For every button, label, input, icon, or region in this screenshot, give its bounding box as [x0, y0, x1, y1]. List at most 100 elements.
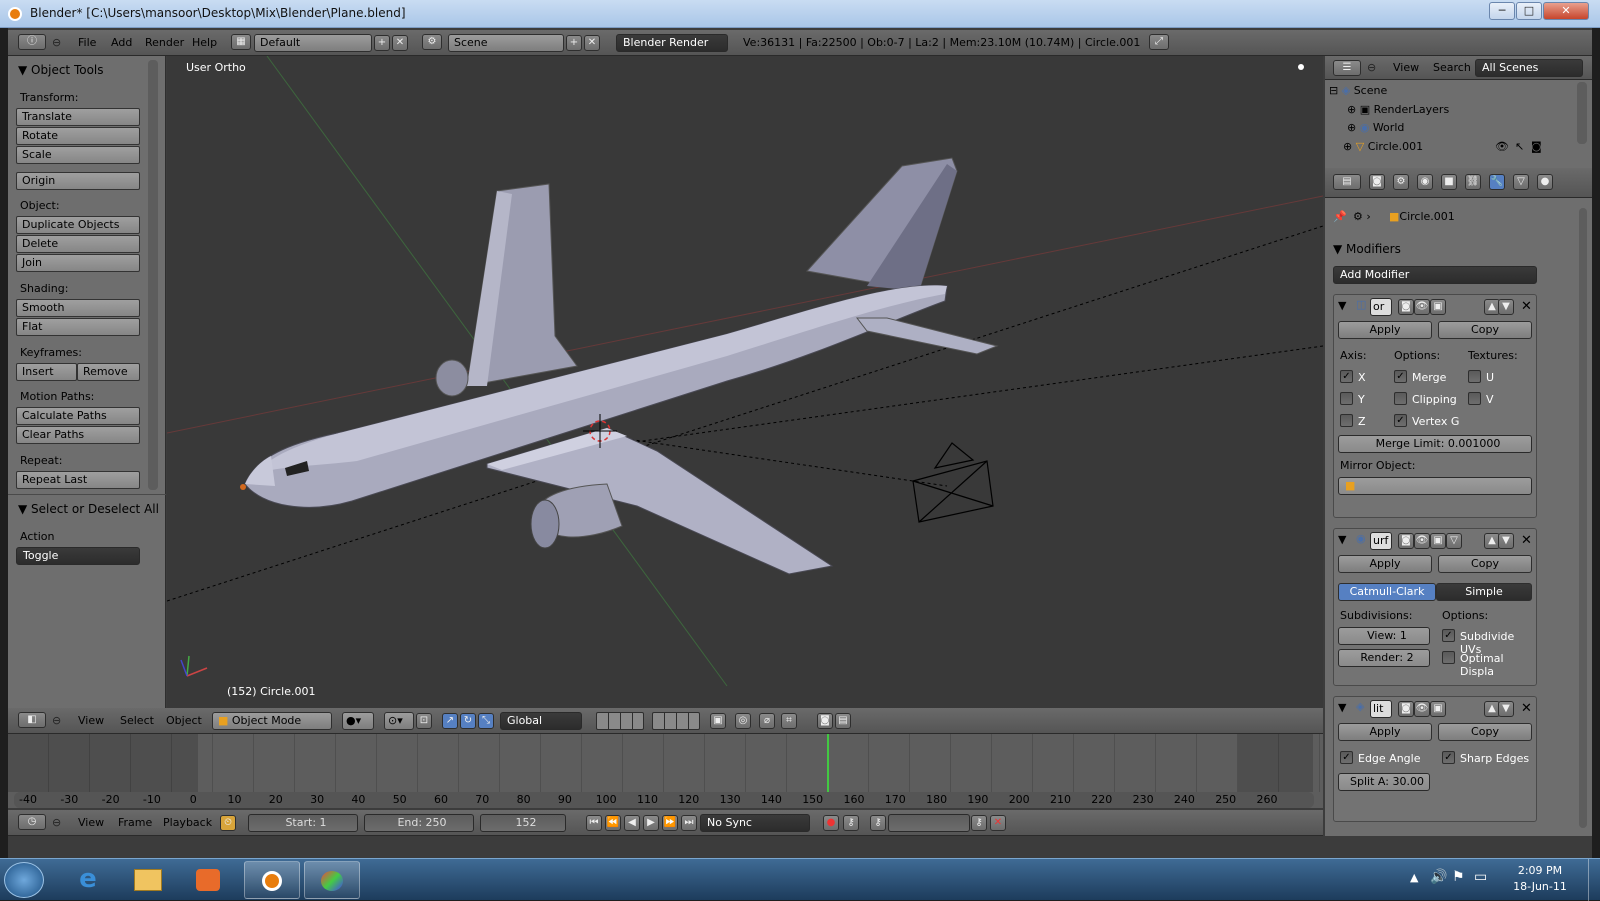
origin-button[interactable]: Origin [16, 172, 140, 190]
remove-modifier-icon[interactable]: ✕ [1521, 299, 1532, 314]
data-tab-icon[interactable]: ▽ [1513, 174, 1529, 190]
menu-render[interactable]: Render [145, 34, 184, 52]
sync-mode-select[interactable]: No Sync [700, 814, 810, 832]
viewport-toggle-icon[interactable]: 👁 [1414, 299, 1430, 315]
clear-paths-button[interactable]: Clear Paths [16, 426, 140, 444]
edge-angle-checkbox[interactable]: ✓ [1340, 751, 1353, 764]
manipulator-toggle-icon[interactable]: ⊡ [416, 713, 432, 729]
preview-range-icon[interactable]: ⏲ [220, 815, 236, 831]
current-frame-field[interactable]: 152 [480, 814, 566, 832]
visibility-eye-icon[interactable]: 👁 [1495, 140, 1509, 153]
render-toggle-icon[interactable]: ◙ [1398, 533, 1414, 549]
translate-manipulator-icon[interactable]: ↗ [442, 713, 458, 729]
scene-field[interactable]: Scene [448, 34, 564, 52]
layer-buttons-group-1[interactable] [596, 712, 644, 730]
menu-help[interactable]: Help [192, 34, 217, 52]
add-scene-icon[interactable]: + [566, 35, 582, 51]
rotate-button[interactable]: Rotate [16, 127, 140, 145]
smooth-button[interactable]: Smooth [16, 299, 140, 317]
media-player-icon[interactable] [180, 861, 236, 899]
render-levels-field[interactable]: Render: 2 [1338, 649, 1430, 667]
snap-element-icon[interactable]: ⌗ [781, 713, 797, 729]
action-center-flag-icon[interactable]: ⚑ [1452, 869, 1465, 885]
prev-keyframe-icon[interactable]: ⏪ [605, 815, 621, 831]
tool-shelf-scrollbar[interactable] [148, 60, 158, 490]
simple-button[interactable]: Simple [1436, 583, 1532, 601]
screen-layout-field[interactable]: Default [254, 34, 372, 52]
copy-button[interactable]: Copy [1438, 723, 1532, 741]
collapse-menu-icon[interactable]: ⊖ [52, 712, 61, 730]
network-icon[interactable]: ▭ [1474, 869, 1487, 885]
render-engine-select[interactable]: Blender Render [616, 34, 728, 52]
selectability-cursor-icon[interactable]: ↖ [1515, 140, 1524, 153]
remove-modifier-icon[interactable]: ✕ [1521, 701, 1532, 716]
modifiers-tab-icon[interactable]: 🔧 [1489, 174, 1505, 190]
keying-set-icon[interactable]: ⚷ [870, 815, 886, 831]
collapse-arrow-icon[interactable]: ▼ [1338, 299, 1346, 312]
editmode-toggle-icon[interactable]: ▣ [1430, 533, 1446, 549]
optimal-display-checkbox[interactable] [1442, 651, 1455, 664]
apply-button[interactable]: Apply [1338, 321, 1432, 339]
transform-orientation-select[interactable]: Global [500, 712, 582, 730]
layer-buttons-group-2[interactable] [652, 712, 700, 730]
clock[interactable]: 2:09 PM 18-Jun-11 [1500, 864, 1580, 893]
fullscreen-icon[interactable]: ⤢ [1149, 34, 1169, 50]
screen-layout-icon[interactable]: ▦ [231, 34, 251, 50]
menu-playback[interactable]: Playback [163, 814, 212, 832]
add-modifier-select[interactable]: Add Modifier [1333, 266, 1537, 284]
modifier-name-field[interactable]: urf [1370, 532, 1392, 550]
render-toggle-icon[interactable]: ◙ [1398, 299, 1414, 315]
snap-toggle-icon[interactable]: ⌀ [759, 713, 775, 729]
timeline-editor[interactable]: -40 -30 -20 -10 0 10 20 30 40 50 60 70 80 90 100 110 120… [8, 734, 1323, 808]
viewport-shading-select[interactable]: ●▾ [342, 712, 374, 730]
render-tab-icon[interactable]: ◙ [1369, 174, 1385, 190]
modifier-name-field[interactable]: or [1370, 298, 1392, 316]
object-tools-header[interactable]: ▼ Object Tools [18, 63, 104, 77]
clipping-checkbox[interactable] [1394, 392, 1407, 405]
move-down-icon[interactable]: ▼ [1498, 533, 1514, 549]
minimize-button[interactable]: ─ [1489, 2, 1515, 20]
add-layout-icon[interactable]: + [374, 35, 390, 51]
keying-icon[interactable]: ⚷ [843, 815, 859, 831]
select-deselect-header[interactable]: ▼ Select or Deselect All [18, 502, 159, 516]
file-explorer-icon[interactable] [120, 861, 176, 899]
menu-view[interactable]: View [1393, 59, 1419, 77]
copy-button[interactable]: Copy [1438, 321, 1532, 339]
keying-set-field[interactable] [888, 814, 970, 832]
insert-keyframe-icon[interactable]: ⚷ [971, 815, 987, 831]
rotate-manipulator-icon[interactable]: ↻ [460, 713, 476, 729]
collapse-arrow-icon[interactable]: ▼ [1338, 533, 1346, 546]
editor-type-info-icon[interactable]: ⓘ [18, 34, 46, 50]
show-hidden-icons[interactable]: ▲ [1410, 871, 1418, 884]
menu-frame[interactable]: Frame [118, 814, 152, 832]
menu-file[interactable]: File [78, 34, 96, 52]
apply-button[interactable]: Apply [1338, 555, 1432, 573]
action-select[interactable]: Toggle [16, 547, 140, 565]
editmode-toggle-icon[interactable]: ▣ [1430, 701, 1446, 717]
show-desktop-button[interactable] [1588, 859, 1600, 901]
outliner-display-select[interactable]: All Scenes [1475, 59, 1583, 77]
flat-button[interactable]: Flat [16, 318, 140, 336]
world-tab-icon[interactable]: ◉ [1417, 174, 1433, 190]
insert-keyframe-button[interactable]: Insert [16, 363, 77, 381]
current-frame-indicator[interactable] [827, 734, 829, 792]
remove-modifier-icon[interactable]: ✕ [1521, 533, 1532, 548]
editmode-toggle-icon[interactable]: ▣ [1430, 299, 1446, 315]
object-mode-select[interactable]: ■ Object Mode [212, 712, 332, 730]
collapse-menu-icon[interactable]: ⊖ [1367, 59, 1376, 77]
subdivide-uvs-checkbox[interactable]: ✓ [1442, 629, 1455, 642]
outliner-item-renderlayers[interactable]: ⊕ ▣ RenderLayers [1347, 103, 1449, 116]
object-tab-icon[interactable]: ■ [1441, 174, 1457, 190]
blender-taskbar-icon[interactable] [244, 861, 300, 899]
split-angle-field[interactable]: Split A: 30.00 [1338, 773, 1430, 791]
3d-viewport[interactable]: User Ortho (152) Circle.001 [167, 56, 1323, 708]
play-icon[interactable]: ▶ [643, 815, 659, 831]
jump-end-icon[interactable]: ⏭ [681, 815, 697, 831]
constraints-tab-icon[interactable]: ⛓ [1465, 174, 1481, 190]
internet-explorer-icon[interactable]: e [60, 861, 116, 899]
cage-toggle-icon[interactable]: ▽ [1446, 533, 1462, 549]
remove-scene-icon[interactable]: ✕ [584, 35, 600, 51]
catmull-clark-button[interactable]: Catmull-Clark [1338, 583, 1436, 601]
scene-icon[interactable]: ⚙ [422, 34, 442, 50]
render-animation-icon[interactable]: ▤ [835, 713, 851, 729]
